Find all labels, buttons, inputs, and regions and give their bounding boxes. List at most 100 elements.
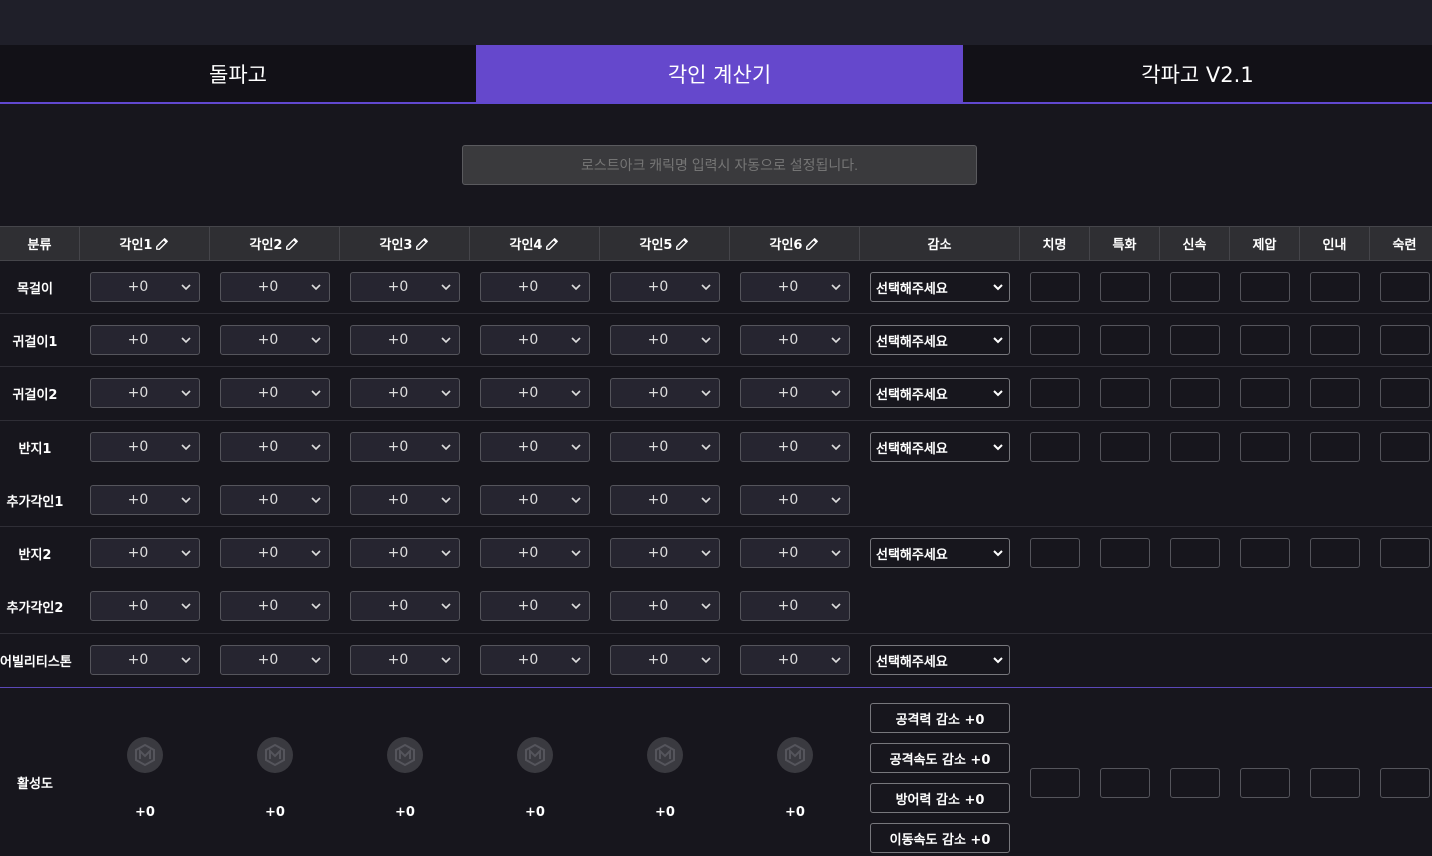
engrave6-select[interactable]: +0 [740,645,850,675]
col-spec-input[interactable] [1100,325,1150,355]
col-spec-input[interactable] [1100,538,1150,568]
col-domination-input[interactable] [1240,432,1290,462]
col-domination-input[interactable] [1240,325,1290,355]
engrave5-select[interactable]: +0 [610,325,720,355]
attack-reduce-button[interactable]: 공격력 감소 +0 [870,703,1010,733]
engrave1-select[interactable]: +0 [90,591,200,621]
engrave3-select[interactable]: +0 [350,485,460,515]
engrave3-select[interactable]: +0 [350,538,460,568]
engrave5-select[interactable]: +0 [610,432,720,462]
engrave2-select[interactable]: +0 [220,591,330,621]
engrave4-select[interactable]: +0 [480,325,590,355]
engrave4-select[interactable]: +0 [480,432,590,462]
engrave4-select[interactable]: +0 [480,272,590,302]
engrave5-select[interactable]: +0 [610,272,720,302]
col-swift-input[interactable] [1170,272,1220,302]
defense-reduce-button[interactable]: 방어력 감소 +0 [870,783,1010,813]
engrave4-select[interactable]: +0 [480,485,590,515]
col-swift-input[interactable] [1170,538,1220,568]
engrave1-select[interactable]: +0 [90,538,200,568]
col-expertise-input[interactable] [1380,272,1430,302]
col-spec-input[interactable] [1100,272,1150,302]
col-domination-input[interactable] [1240,378,1290,408]
engrave2-select[interactable]: +0 [220,432,330,462]
engrave3-select[interactable]: +0 [350,645,460,675]
col-expertise-input[interactable] [1380,325,1430,355]
tab-gakpago[interactable]: 각파고 V2.1 [963,45,1432,102]
col-crit-input[interactable] [1030,272,1080,302]
col-domination-input[interactable] [1240,538,1290,568]
reduce-select[interactable]: 선택해주세요 [870,645,1010,675]
tab-dolpago[interactable]: 돌파고 [0,45,476,102]
engrave2-select[interactable]: +0 [220,378,330,408]
col-endurance-input[interactable] [1310,378,1360,408]
engrave5-select[interactable]: +0 [610,591,720,621]
engrave2-select[interactable]: +0 [220,538,330,568]
col-expertise-input[interactable] [1380,538,1430,568]
character-name-input[interactable] [462,145,977,185]
engrave2-select[interactable]: +0 [220,325,330,355]
engrave6-select[interactable]: +0 [740,272,850,302]
pencil-icon[interactable] [805,237,819,251]
engrave4-select[interactable]: +0 [480,378,590,408]
col-swift-total[interactable] [1170,768,1220,798]
col-crit-input[interactable] [1030,432,1080,462]
engrave1-select[interactable]: +0 [90,325,200,355]
col-swift-input[interactable] [1170,432,1220,462]
col-endurance-input[interactable] [1310,538,1360,568]
pencil-icon[interactable] [155,237,169,251]
reduce-select[interactable]: 선택해주세요 [870,272,1010,302]
reduce-select[interactable]: 선택해주세요 [870,378,1010,408]
col-expertise-input[interactable] [1380,432,1430,462]
engrave6-select[interactable]: +0 [740,591,850,621]
engrave5-select[interactable]: +0 [610,485,720,515]
tab-engraving-calculator[interactable]: 각인 계산기 [476,45,963,102]
engrave1-select[interactable]: +0 [90,645,200,675]
col-domination-total[interactable] [1240,768,1290,798]
engrave6-select[interactable]: +0 [740,378,850,408]
engrave5-select[interactable]: +0 [610,538,720,568]
engrave6-select[interactable]: +0 [740,538,850,568]
engrave3-select[interactable]: +0 [350,432,460,462]
col-crit-input[interactable] [1030,378,1080,408]
pencil-icon[interactable] [675,237,689,251]
col-spec-input[interactable] [1100,432,1150,462]
engrave3-select[interactable]: +0 [350,591,460,621]
reduce-select[interactable]: 선택해주세요 [870,432,1010,462]
engrave2-select[interactable]: +0 [220,272,330,302]
col-crit-input[interactable] [1030,538,1080,568]
pencil-icon[interactable] [545,237,559,251]
engrave4-select[interactable]: +0 [480,538,590,568]
engrave3-select[interactable]: +0 [350,378,460,408]
move-speed-reduce-button[interactable]: 이동속도 감소 +0 [870,823,1010,853]
attack-speed-reduce-button[interactable]: 공격속도 감소 +0 [870,743,1010,773]
col-crit-total[interactable] [1030,768,1080,798]
engrave6-select[interactable]: +0 [740,325,850,355]
col-expertise-input[interactable] [1380,378,1430,408]
reduce-select[interactable]: 선택해주세요 [870,325,1010,355]
engrave1-select[interactable]: +0 [90,432,200,462]
col-spec-input[interactable] [1100,378,1150,408]
col-domination-input[interactable] [1240,272,1290,302]
col-swift-input[interactable] [1170,378,1220,408]
engrave6-select[interactable]: +0 [740,485,850,515]
pencil-icon[interactable] [285,237,299,251]
engrave1-select[interactable]: +0 [90,378,200,408]
engrave2-select[interactable]: +0 [220,485,330,515]
engrave3-select[interactable]: +0 [350,272,460,302]
pencil-icon[interactable] [415,237,429,251]
engrave1-select[interactable]: +0 [90,272,200,302]
col-spec-total[interactable] [1100,768,1150,798]
engrave3-select[interactable]: +0 [350,325,460,355]
engrave6-select[interactable]: +0 [740,432,850,462]
engrave1-select[interactable]: +0 [90,485,200,515]
reduce-select[interactable]: 선택해주세요 [870,538,1010,568]
engrave5-select[interactable]: +0 [610,378,720,408]
engrave5-select[interactable]: +0 [610,645,720,675]
col-endurance-input[interactable] [1310,432,1360,462]
engrave4-select[interactable]: +0 [480,645,590,675]
col-endurance-total[interactable] [1310,768,1360,798]
col-crit-input[interactable] [1030,325,1080,355]
col-endurance-input[interactable] [1310,272,1360,302]
col-swift-input[interactable] [1170,325,1220,355]
